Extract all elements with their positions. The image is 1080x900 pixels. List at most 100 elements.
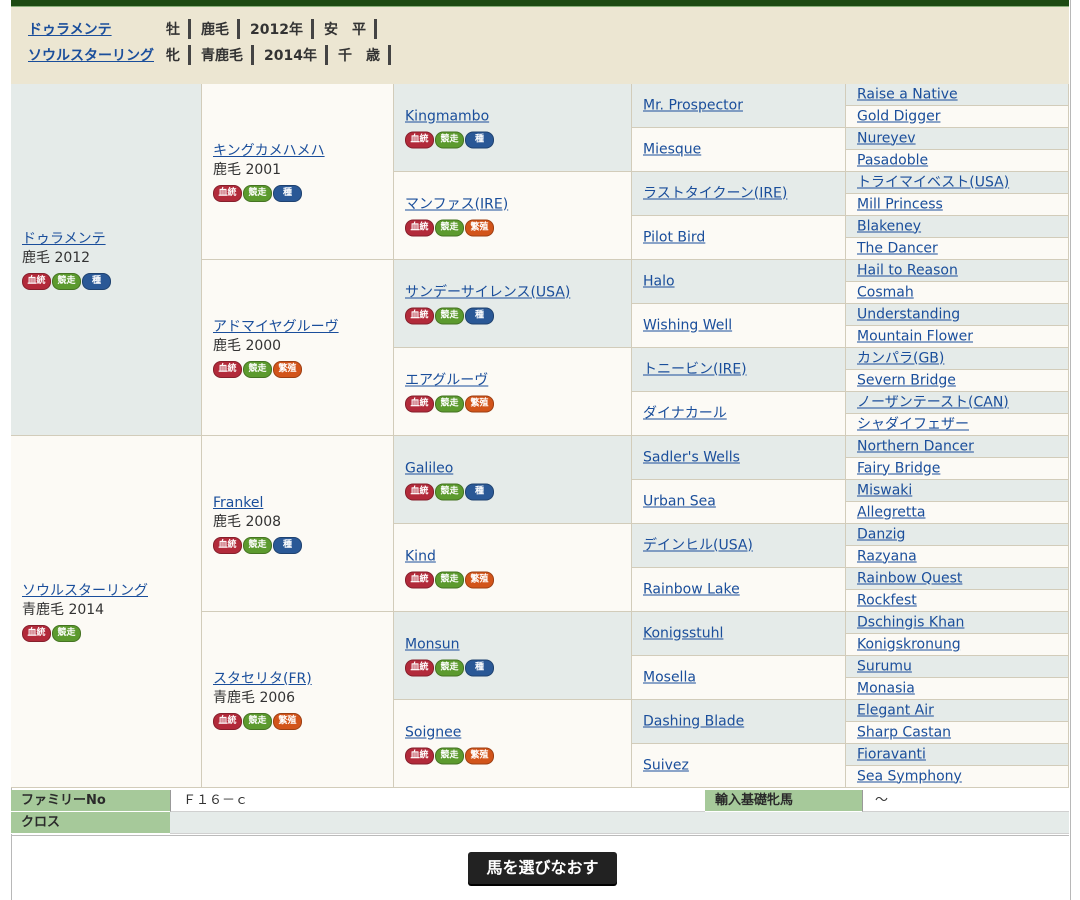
race-badge[interactable]: 競走 xyxy=(243,360,272,378)
horse-link[interactable]: Allegretta xyxy=(857,504,925,520)
horse-link[interactable]: スタセリタ(FR) xyxy=(213,671,312,687)
broodmare-badge[interactable]: 繁殖 xyxy=(465,219,494,236)
horse-link[interactable]: Hail to Reason xyxy=(857,262,958,278)
horse-link[interactable]: Mosella xyxy=(643,669,696,685)
stallion-badge[interactable]: 種 xyxy=(465,131,494,148)
horse-link[interactable]: Gold Digger xyxy=(857,108,940,124)
race-badge[interactable]: 競走 xyxy=(435,395,464,412)
pedigree-badge[interactable]: 血統 xyxy=(213,712,242,730)
pedigree-badge[interactable]: 血統 xyxy=(213,360,242,378)
race-badge[interactable]: 競走 xyxy=(243,184,272,202)
horse-link[interactable]: Miswaki xyxy=(857,482,912,498)
horse-link[interactable]: Kingmambo xyxy=(405,108,489,124)
horse-link[interactable]: Elegant Air xyxy=(857,702,934,718)
pedigree-badge[interactable]: 血統 xyxy=(405,395,434,412)
horse-link[interactable]: Danzig xyxy=(857,526,905,542)
broodmare-badge[interactable]: 繁殖 xyxy=(273,712,302,730)
stallion-badge[interactable]: 種 xyxy=(465,659,494,676)
horse-link[interactable]: Raise a Native xyxy=(857,86,958,102)
horse-link[interactable]: カンパラ(GB) xyxy=(857,350,944,366)
reselect-horse-button[interactable]: 馬を選びなおす xyxy=(468,852,617,884)
stallion-badge[interactable]: 種 xyxy=(273,536,302,554)
horse-link[interactable]: Razyana xyxy=(857,548,917,564)
broodmare-badge[interactable]: 繁殖 xyxy=(465,395,494,412)
horse-link[interactable]: Galileo xyxy=(405,460,453,476)
race-badge[interactable]: 競走 xyxy=(435,483,464,500)
horse-link[interactable]: Fioravanti xyxy=(857,746,926,762)
horse-link[interactable]: エアグルーヴ xyxy=(405,372,488,388)
horse-link[interactable]: Sadler's Wells xyxy=(643,449,740,465)
stallion-badge[interactable]: 種 xyxy=(82,272,111,290)
horse-link[interactable]: Sharp Castan xyxy=(857,724,951,740)
sire-header-link[interactable]: ドゥラメンテ xyxy=(28,19,166,39)
stallion-badge[interactable]: 種 xyxy=(273,184,302,202)
pedigree-badge[interactable]: 血統 xyxy=(405,483,434,500)
horse-link[interactable]: マンファス(IRE) xyxy=(405,196,508,212)
horse-link[interactable]: デインヒル(USA) xyxy=(643,537,753,553)
horse-link[interactable]: Pilot Bird xyxy=(643,229,705,245)
horse-link[interactable]: Monasia xyxy=(857,680,915,696)
horse-link[interactable]: Miesque xyxy=(643,141,701,157)
horse-link[interactable]: Soignee xyxy=(405,724,461,740)
race-badge[interactable]: 競走 xyxy=(435,747,464,764)
horse-link[interactable]: Northern Dancer xyxy=(857,438,974,454)
race-badge[interactable]: 競走 xyxy=(243,536,272,554)
horse-link[interactable]: Urban Sea xyxy=(643,493,716,509)
stallion-badge[interactable]: 種 xyxy=(465,483,494,500)
stallion-badge[interactable]: 種 xyxy=(465,307,494,324)
horse-link[interactable]: Frankel xyxy=(213,495,263,511)
horse-link[interactable]: トニービン(IRE) xyxy=(643,361,747,377)
horse-link[interactable]: Wishing Well xyxy=(643,317,732,333)
horse-link[interactable]: Cosmah xyxy=(857,284,914,300)
horse-link[interactable]: Understanding xyxy=(857,306,960,322)
broodmare-badge[interactable]: 繁殖 xyxy=(465,571,494,588)
horse-link[interactable]: Rainbow Quest xyxy=(857,570,962,586)
pedigree-badge[interactable]: 血統 xyxy=(405,131,434,148)
pedigree-badge[interactable]: 血統 xyxy=(405,571,434,588)
horse-link[interactable]: Sea Symphony xyxy=(857,768,962,784)
pedigree-badge[interactable]: 血統 xyxy=(405,659,434,676)
horse-link[interactable]: シャダイフェザー xyxy=(857,416,969,432)
pedigree-badge[interactable]: 血統 xyxy=(213,184,242,202)
horse-link[interactable]: Surumu xyxy=(857,658,912,674)
horse-link[interactable]: The Dancer xyxy=(857,240,938,256)
pedigree-badge[interactable]: 血統 xyxy=(213,536,242,554)
pedigree-badge[interactable]: 血統 xyxy=(22,272,51,290)
horse-link[interactable]: サンデーサイレンス(USA) xyxy=(405,284,570,300)
horse-link[interactable]: Mill Princess xyxy=(857,196,943,212)
horse-link[interactable]: ダイナカール xyxy=(643,405,727,421)
race-badge[interactable]: 競走 xyxy=(435,131,464,148)
horse-link[interactable]: キングカメハメハ xyxy=(213,143,325,159)
horse-link[interactable]: ラストタイクーン(IRE) xyxy=(643,185,787,201)
horse-link[interactable]: Kind xyxy=(405,548,436,564)
horse-link[interactable]: Fairy Bridge xyxy=(857,460,940,476)
horse-link[interactable]: アドマイヤグルーヴ xyxy=(213,319,339,335)
horse-link[interactable]: Dschingis Khan xyxy=(857,614,964,630)
horse-link[interactable]: Konigsstuhl xyxy=(643,625,723,641)
horse-link[interactable]: トライマイベスト(USA) xyxy=(857,174,1009,190)
horse-link[interactable]: Mountain Flower xyxy=(857,328,973,344)
horse-link[interactable]: Dashing Blade xyxy=(643,713,744,729)
horse-link[interactable]: Nureyev xyxy=(857,130,916,146)
horse-link[interactable]: Halo xyxy=(643,273,675,289)
horse-link[interactable]: ソウルスターリング xyxy=(22,583,148,599)
horse-link[interactable]: Rockfest xyxy=(857,592,917,608)
horse-link[interactable]: Rainbow Lake xyxy=(643,581,740,597)
horse-link[interactable]: Mr. Prospector xyxy=(643,97,743,113)
race-badge[interactable]: 競走 xyxy=(52,272,81,290)
horse-link[interactable]: ノーザンテースト(CAN) xyxy=(857,394,1009,410)
race-badge[interactable]: 競走 xyxy=(52,624,81,642)
pedigree-badge[interactable]: 血統 xyxy=(22,624,51,642)
horse-link[interactable]: Monsun xyxy=(405,636,460,652)
pedigree-badge[interactable]: 血統 xyxy=(405,747,434,764)
horse-link[interactable]: Pasadoble xyxy=(857,152,928,168)
horse-link[interactable]: Konigskronung xyxy=(857,636,961,652)
horse-link[interactable]: Severn Bridge xyxy=(857,372,956,388)
race-badge[interactable]: 競走 xyxy=(435,219,464,236)
pedigree-badge[interactable]: 血統 xyxy=(405,219,434,236)
horse-link[interactable]: Blakeney xyxy=(857,218,921,234)
broodmare-badge[interactable]: 繁殖 xyxy=(465,747,494,764)
race-badge[interactable]: 競走 xyxy=(435,659,464,676)
race-badge[interactable]: 競走 xyxy=(435,307,464,324)
horse-link[interactable]: Suivez xyxy=(643,757,689,773)
